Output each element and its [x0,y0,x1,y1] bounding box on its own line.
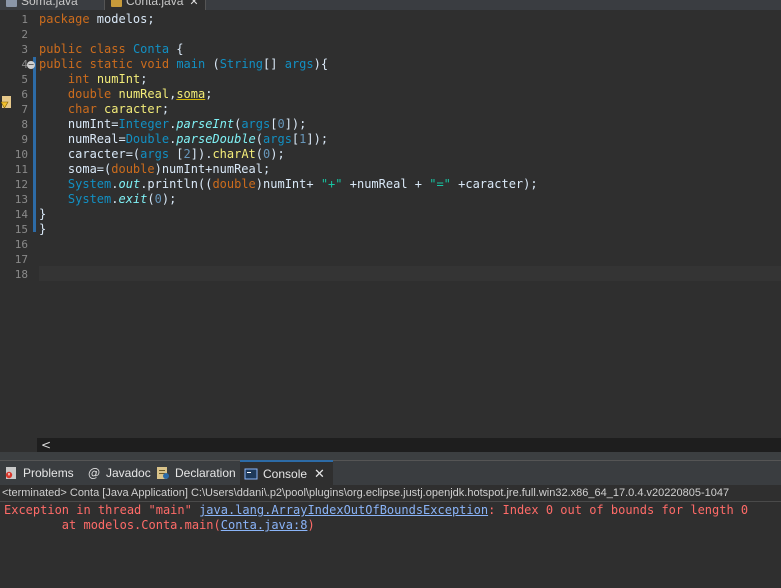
code-line: char caracter; [67,102,170,116]
line-number: 3 [21,43,28,56]
code-line: numInt=Integer.parseInt(args[0]); [39,117,307,131]
code-line: soma=(double)numInt+numReal; [39,162,271,176]
editor-tab-bar: Soma.java Conta.java ✕ [0,0,781,10]
scrollbar-gutter [0,438,37,452]
tab-label: Javadoc [106,466,151,480]
panel-tab-bar: Problems @ Javadoc Declaration Console ✕ [0,460,781,485]
java-file-icon [111,0,122,8]
line-number: 15 [14,223,28,236]
console-view[interactable]: <terminated> Conta [Java Application] C:… [0,485,781,588]
code-area[interactable]: package modelos; public class Conta { pu… [39,10,781,438]
tab-javadoc[interactable]: @ Javadoc [87,461,151,485]
line-number: 16 [14,238,28,251]
stack-trace-link[interactable]: Conta.java:8 [221,518,308,532]
tab-label: Conta.java [126,0,184,8]
code-line: } [39,207,47,221]
line-number: 5 [21,73,28,86]
console-status: <terminated> Conta [Java Application] C:… [2,487,730,499]
close-icon[interactable]: ✕ [314,466,325,481]
console-icon [244,468,258,480]
tab-label: Soma.java [21,0,78,8]
line-number: 2 [21,28,28,41]
change-marker-bar [33,57,36,232]
code-line: public class Conta { [39,42,184,56]
declaration-icon [157,466,169,479]
line-number-gutter: 1 2 3 4 5 6 7 8 9 10 11 12 13 14 15 16 1… [0,10,37,438]
line-number: 17 [14,253,28,266]
tab-label: Declaration [175,466,236,480]
tab-conta-java[interactable]: Conta.java ✕ [104,0,206,10]
panel-divider[interactable] [0,452,781,460]
code-line: numReal=Double.parseDouble(args[1]); [39,132,329,146]
horizontal-scrollbar[interactable]: < [37,438,781,452]
divider [0,501,781,502]
code-line: System.out.println((double)numInt+ "+" +… [67,177,538,191]
console-output-line: at modelos.Conta.main(Conta.java:8) [4,518,315,532]
problems-icon [5,466,16,479]
code-line: public static void main (String[] args){ [39,57,329,71]
code-line: System.exit(0); [67,192,177,206]
tab-label: Problems [23,466,74,480]
tab-declaration[interactable]: Declaration [156,461,236,485]
warning-icon[interactable] [1,96,13,109]
fold-collapse-icon[interactable]: − [27,61,35,69]
code-editor[interactable]: 1 2 3 4 5 6 7 8 9 10 11 12 13 14 15 16 1… [0,10,781,438]
exception-link[interactable]: java.lang.ArrayIndexOutOfBoundsException [199,503,488,517]
console-output-line: Exception in thread "main" java.lang.Arr… [4,503,749,517]
javadoc-icon: @ [88,465,100,480]
close-icon[interactable]: ✕ [189,0,198,8]
line-number: 11 [14,163,28,176]
line-number: 1 [21,13,28,26]
line-number: 18 [14,268,28,281]
tab-problems[interactable]: Problems [4,461,74,485]
code-line: caracter=(args [2]).charAt(0); [39,147,285,161]
line-number: 14 [14,208,28,221]
tab-console[interactable]: Console ✕ [240,460,333,485]
tab-soma-java[interactable]: Soma.java [6,0,78,10]
line-number: 4 [21,58,28,71]
code-line: int numInt; [67,72,148,86]
line-number: 10 [14,148,28,161]
line-number: 8 [21,118,28,131]
tab-label: Console [263,467,308,481]
line-number: 9 [21,133,28,146]
code-line: double numReal,soma; [67,87,213,101]
scroll-left-button[interactable]: < [41,438,51,452]
code-line: } [39,222,47,236]
line-number: 13 [14,193,28,206]
line-number: 12 [14,178,28,191]
code-line: package modelos; [39,12,155,26]
java-file-icon [6,0,17,8]
